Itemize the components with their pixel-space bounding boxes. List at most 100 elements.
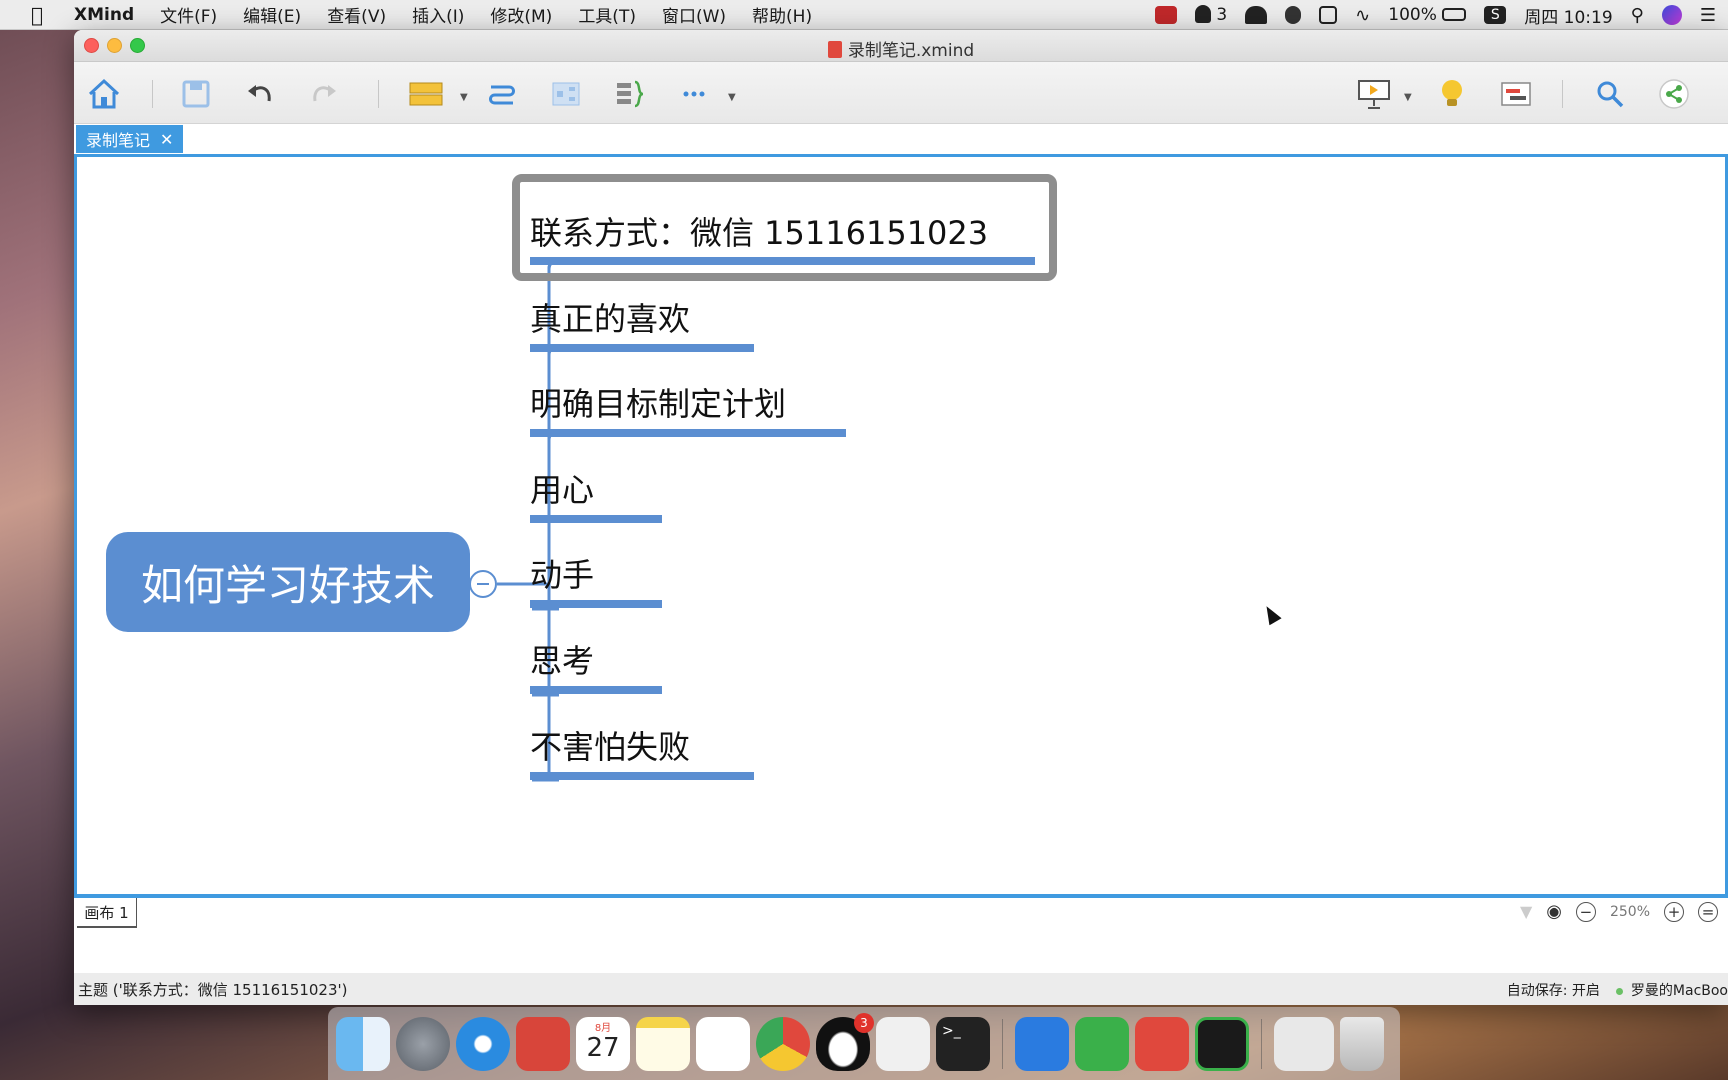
siri-icon[interactable] <box>1661 5 1682 25</box>
search-button[interactable] <box>1592 78 1628 110</box>
undo-button[interactable] <box>242 78 278 110</box>
presentation-icon <box>1358 80 1390 109</box>
fit-view-icon[interactable]: = <box>1698 901 1718 922</box>
qq-icon[interactable]: 3 <box>816 1012 874 1071</box>
pycharm-icon[interactable] <box>1195 1016 1249 1071</box>
user-status[interactable]: 罗曼的MacBoo <box>1615 980 1728 1000</box>
reminders-icon[interactable] <box>696 1016 750 1071</box>
sheet-tab[interactable]: 画布 1 <box>77 898 137 928</box>
window-title: 录制笔记.xmind <box>74 36 1728 61</box>
share-button[interactable] <box>1656 78 1692 110</box>
calendar-icon[interactable]: 8月 27 <box>576 1016 630 1071</box>
menu-modify[interactable]: 修改(M) <box>490 2 552 27</box>
menu-insert[interactable]: 插入(I) <box>412 2 464 27</box>
menu-file[interactable]: 文件(F) <box>160 2 217 27</box>
trash-icon[interactable] <box>1340 1016 1384 1071</box>
terminal-icon[interactable]: >_ <box>936 1016 990 1071</box>
hat-icon[interactable] <box>1245 6 1268 24</box>
wifi-icon[interactable]: ∿ <box>1355 5 1370 26</box>
xmind-file-icon <box>827 41 842 58</box>
close-tab-icon[interactable]: ✕ <box>160 130 173 149</box>
topic-underline <box>530 344 754 352</box>
insert-topic-button[interactable] <box>406 78 446 110</box>
autosave-status[interactable]: 自动保存: 开启 <box>1507 980 1600 1000</box>
battery-status[interactable]: 100% <box>1388 5 1467 25</box>
menu-edit[interactable]: 编辑(E) <box>243 2 301 27</box>
apple-icon[interactable]:  <box>0 3 74 27</box>
wps-icon[interactable] <box>1015 1016 1069 1071</box>
document-tab-strip: 录制笔记 ✕ <box>74 124 1728 153</box>
textedit-icon[interactable] <box>876 1016 930 1071</box>
minimized-window-icon[interactable] <box>1274 1016 1334 1071</box>
spotlight-search-icon[interactable]: ⚲ <box>1631 5 1644 26</box>
document-tab[interactable]: 录制笔记 ✕ <box>76 125 184 153</box>
gantt-button[interactable] <box>1498 78 1534 110</box>
save-button[interactable] <box>178 78 214 110</box>
menu-help[interactable]: 帮助(H) <box>752 2 812 27</box>
notes-icon[interactable] <box>636 1016 690 1071</box>
structure-button[interactable] <box>548 78 584 110</box>
brainstorm-button[interactable] <box>1434 78 1470 110</box>
title-bar: 录制笔记.xmind <box>74 30 1728 62</box>
collapse-branch-button[interactable] <box>469 570 497 598</box>
toolbar-separator <box>378 80 379 108</box>
menu-tools[interactable]: 工具(T) <box>578 2 636 27</box>
structure-icon <box>552 82 580 106</box>
screens-icon[interactable] <box>1319 6 1338 24</box>
topic-contact[interactable]: 联系方式：微信 15116151023 <box>530 208 988 254</box>
presentation-button[interactable] <box>1354 78 1394 110</box>
qq-status[interactable]: 3 <box>1194 5 1227 25</box>
window-title-text: 录制笔记.xmind <box>847 41 975 61</box>
search-icon <box>1597 81 1624 108</box>
topic-underline <box>530 600 662 608</box>
status-menus: 3 ∿ 100% S 周四 10:19 ⚲ ☰ <box>1137 0 1728 30</box>
gitmind-icon[interactable] <box>516 1016 570 1071</box>
chevron-down-icon[interactable]: ▼ <box>460 92 468 103</box>
camtasia-icon[interactable] <box>1075 1016 1129 1071</box>
clock[interactable]: 周四 10:19 <box>1524 3 1612 28</box>
toolbar-separator <box>1562 80 1563 108</box>
battery-icon <box>1442 8 1467 21</box>
notification-center-icon[interactable]: ☰ <box>1700 5 1716 26</box>
user-name: 罗曼的MacBoo <box>1630 983 1728 999</box>
app-menu[interactable]: XMind <box>74 5 134 25</box>
zoom-in-button[interactable]: + <box>1664 901 1684 922</box>
chrome-icon[interactable] <box>756 1016 810 1071</box>
sogou-input-icon[interactable]: S <box>1484 6 1507 24</box>
zoom-level[interactable]: 250% <box>1610 904 1650 920</box>
launchpad-icon[interactable] <box>396 1016 450 1071</box>
menu-window[interactable]: 窗口(W) <box>662 2 726 27</box>
topic-hands-on[interactable]: 动手 <box>530 550 594 596</box>
more-button[interactable] <box>676 78 712 110</box>
topic-underline <box>530 686 662 694</box>
zoom-out-button[interactable]: − <box>1575 901 1596 922</box>
toolbar-separator <box>152 80 153 108</box>
xmind-icon[interactable] <box>1135 1016 1189 1071</box>
filter-icon[interactable]: ▼ <box>1520 902 1532 921</box>
qq-icon <box>1194 5 1211 23</box>
chevron-down-icon[interactable]: ▼ <box>1404 92 1412 103</box>
status-bar: 主题 ('联系方式：微信 15116151023') 自动保存: 开启 罗曼的M… <box>74 973 1728 1005</box>
safari-icon[interactable] <box>456 1016 510 1071</box>
redo-button[interactable] <box>306 78 342 110</box>
topic-goals-plan[interactable]: 明确目标制定计划 <box>530 379 786 425</box>
summary-button[interactable] <box>612 78 648 110</box>
sheet-bar: 画布 1 ▼ ◉ − 250% + = <box>74 897 1728 928</box>
topic-thinking[interactable]: 思考 <box>530 636 594 682</box>
mac-menu-bar:  XMind 文件(F) 编辑(E) 查看(V) 插入(I) 修改(M) 工具… <box>0 0 1728 30</box>
status-right: 自动保存: 开启 罗曼的MacBoo <box>1507 980 1728 1000</box>
finder-icon[interactable] <box>336 1016 390 1071</box>
evernote-icon[interactable] <box>1285 6 1302 24</box>
topic-no-fear[interactable]: 不害怕失败 <box>530 722 690 768</box>
topic-diligence[interactable]: 用心 <box>530 465 594 511</box>
mindmap-canvas[interactable]: 如何学习好技术 联系方式：微信 15116151023 真正的喜欢 明确目标制定… <box>74 154 1728 897</box>
calendar-day: 27 <box>586 1032 620 1063</box>
home-button[interactable] <box>86 78 122 110</box>
central-topic[interactable]: 如何学习好技术 <box>106 532 470 632</box>
topic-real-love[interactable]: 真正的喜欢 <box>530 294 690 340</box>
menu-view[interactable]: 查看(V) <box>327 2 386 27</box>
screen-record-icon[interactable] <box>1154 6 1177 24</box>
relationship-button[interactable] <box>484 78 520 110</box>
chevron-down-icon[interactable]: ▼ <box>728 92 736 103</box>
eye-icon[interactable]: ◉ <box>1546 901 1562 922</box>
